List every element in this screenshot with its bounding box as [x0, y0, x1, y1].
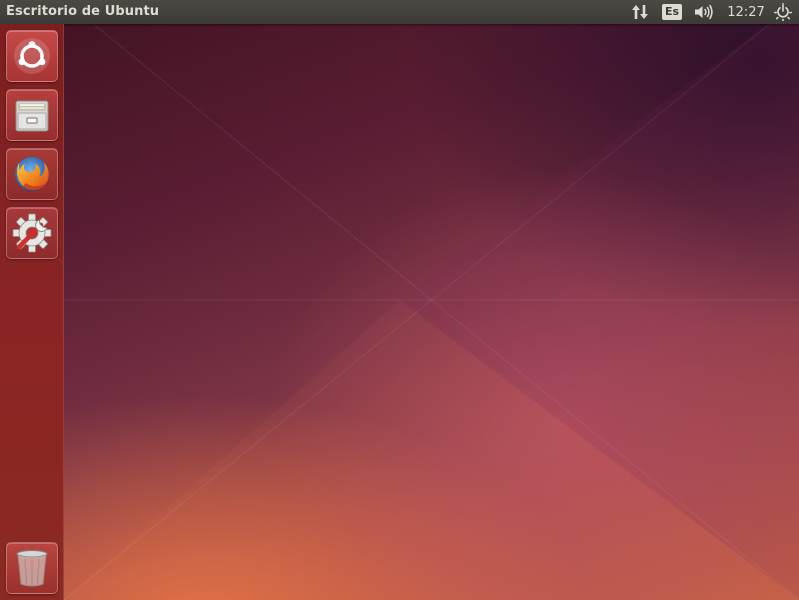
- sound-indicator[interactable]: [693, 0, 715, 24]
- firefox-launcher-button[interactable]: [6, 148, 58, 200]
- desktop-wallpaper[interactable]: [0, 0, 799, 600]
- top-panel: Escritorio de Ubuntu Es 12:27: [0, 0, 799, 24]
- session-indicator[interactable]: [772, 0, 794, 24]
- volume-icon: [695, 4, 713, 20]
- launcher: [0, 24, 64, 600]
- firefox-icon: [15, 157, 49, 191]
- system-settings-icon: [12, 213, 52, 253]
- dash-home-button[interactable]: [6, 30, 58, 82]
- clock-time: 12:27: [727, 4, 765, 20]
- ubuntu-screen: Escritorio de Ubuntu Es 12:27: [0, 0, 799, 600]
- network-updown-icon: [632, 5, 648, 19]
- keyboard-layout-label: Es: [662, 4, 682, 20]
- ubuntu-logo-icon: [14, 38, 50, 74]
- network-indicator[interactable]: [629, 0, 651, 24]
- trash-icon: [16, 550, 48, 587]
- keyboard-layout-indicator[interactable]: Es: [661, 0, 683, 24]
- trash-launcher-button[interactable]: [6, 542, 58, 594]
- file-cabinet-icon: [15, 100, 49, 132]
- wallpaper-pattern: [63, 0, 799, 600]
- window-title: Escritorio de Ubuntu: [6, 4, 160, 19]
- system-settings-launcher-button[interactable]: [6, 207, 58, 259]
- power-gear-icon: [774, 3, 792, 21]
- files-launcher-button[interactable]: [6, 89, 58, 141]
- clock-indicator[interactable]: 12:27: [724, 0, 768, 24]
